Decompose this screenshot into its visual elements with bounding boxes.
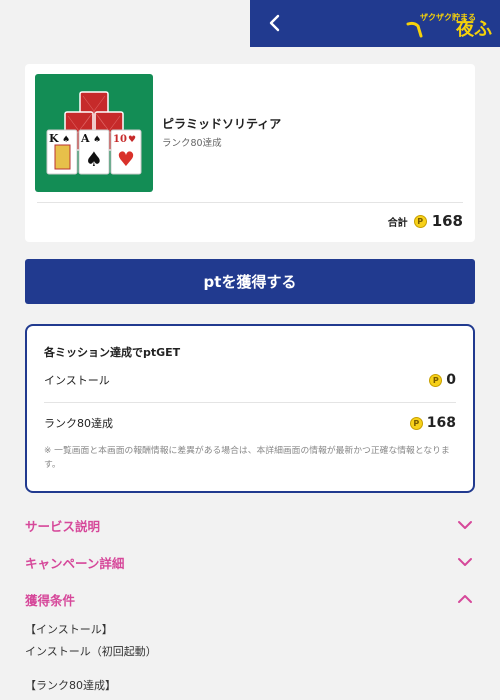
card-label-ace: A bbox=[80, 132, 90, 145]
disclaimer-note: ※ 一覧画面と本画面の報酬情報に差異がある場合は、本詳細画面の情報が最新かつ正確… bbox=[44, 446, 450, 470]
accordion-title: 獲得条件 bbox=[25, 593, 76, 608]
svg-text:♠: ♠ bbox=[85, 147, 103, 171]
svg-text:♠: ♠ bbox=[93, 135, 101, 145]
site-logo[interactable]: ザクザク貯まる 夜ふ bbox=[404, 6, 500, 42]
total-label: 合計 bbox=[387, 217, 408, 229]
mission-panel: 各ミッション達成でptGET インストール P 0 ランク80達成 P 168 … bbox=[25, 324, 475, 493]
point-coin-icon: P bbox=[413, 214, 427, 228]
mission-label: ランク80達成 bbox=[44, 417, 113, 430]
chevron-down-icon bbox=[458, 521, 472, 529]
total-points: 合計 P 168 bbox=[388, 212, 463, 230]
app-thumbnail[interactable]: K ♠ A ♠ ♠ 10 ♥ ♥ bbox=[35, 74, 153, 192]
accordion-service-description[interactable]: サービス説明 bbox=[25, 514, 475, 536]
mission-title: 各ミッション達成でptGET bbox=[44, 346, 181, 359]
get-points-button[interactable]: ptを獲得する bbox=[25, 259, 475, 304]
mission-row: インストール P 0 bbox=[44, 372, 456, 388]
svg-text:♠: ♠ bbox=[62, 135, 70, 145]
chevron-down-icon bbox=[458, 558, 472, 566]
condition-heading: 【インストール】 bbox=[25, 623, 113, 636]
logo-wordmark: 夜ふ bbox=[455, 18, 492, 40]
condition-text: インストール（初回起動） bbox=[25, 645, 157, 658]
accordion-title: サービス説明 bbox=[25, 519, 101, 534]
back-button[interactable] bbox=[262, 10, 288, 36]
divider bbox=[37, 202, 463, 203]
chevron-left-icon bbox=[269, 14, 280, 32]
mission-points: 168 bbox=[426, 415, 456, 431]
card-label-king: K bbox=[49, 132, 59, 145]
point-coin-icon: P bbox=[429, 373, 443, 387]
divider bbox=[44, 402, 456, 403]
app-subtitle: ランク80達成 bbox=[162, 138, 222, 149]
app-card: K ♠ A ♠ ♠ 10 ♥ ♥ ピラミッドソリティア ランク80達成 合計 P… bbox=[25, 64, 475, 242]
chevron-up-icon bbox=[458, 595, 472, 603]
accordion-acquisition-conditions[interactable]: 獲得条件 bbox=[25, 588, 475, 610]
point-coin-icon: P bbox=[409, 416, 423, 430]
mission-points: 0 bbox=[446, 372, 456, 388]
total-value: 168 bbox=[431, 212, 463, 230]
svg-text:♥: ♥ bbox=[117, 147, 135, 171]
card-label-ten: 10 bbox=[113, 134, 127, 145]
app-title: ピラミッドソリティア bbox=[162, 117, 282, 131]
mission-label: インストール bbox=[44, 374, 110, 387]
mission-row: ランク80達成 P 168 bbox=[44, 415, 456, 431]
svg-text:♥: ♥ bbox=[128, 135, 136, 145]
accordion-campaign-details[interactable]: キャンペーン詳細 bbox=[25, 551, 475, 573]
condition-heading: 【ランク80達成】 bbox=[25, 679, 116, 692]
accordion-title: キャンペーン詳細 bbox=[25, 556, 125, 571]
